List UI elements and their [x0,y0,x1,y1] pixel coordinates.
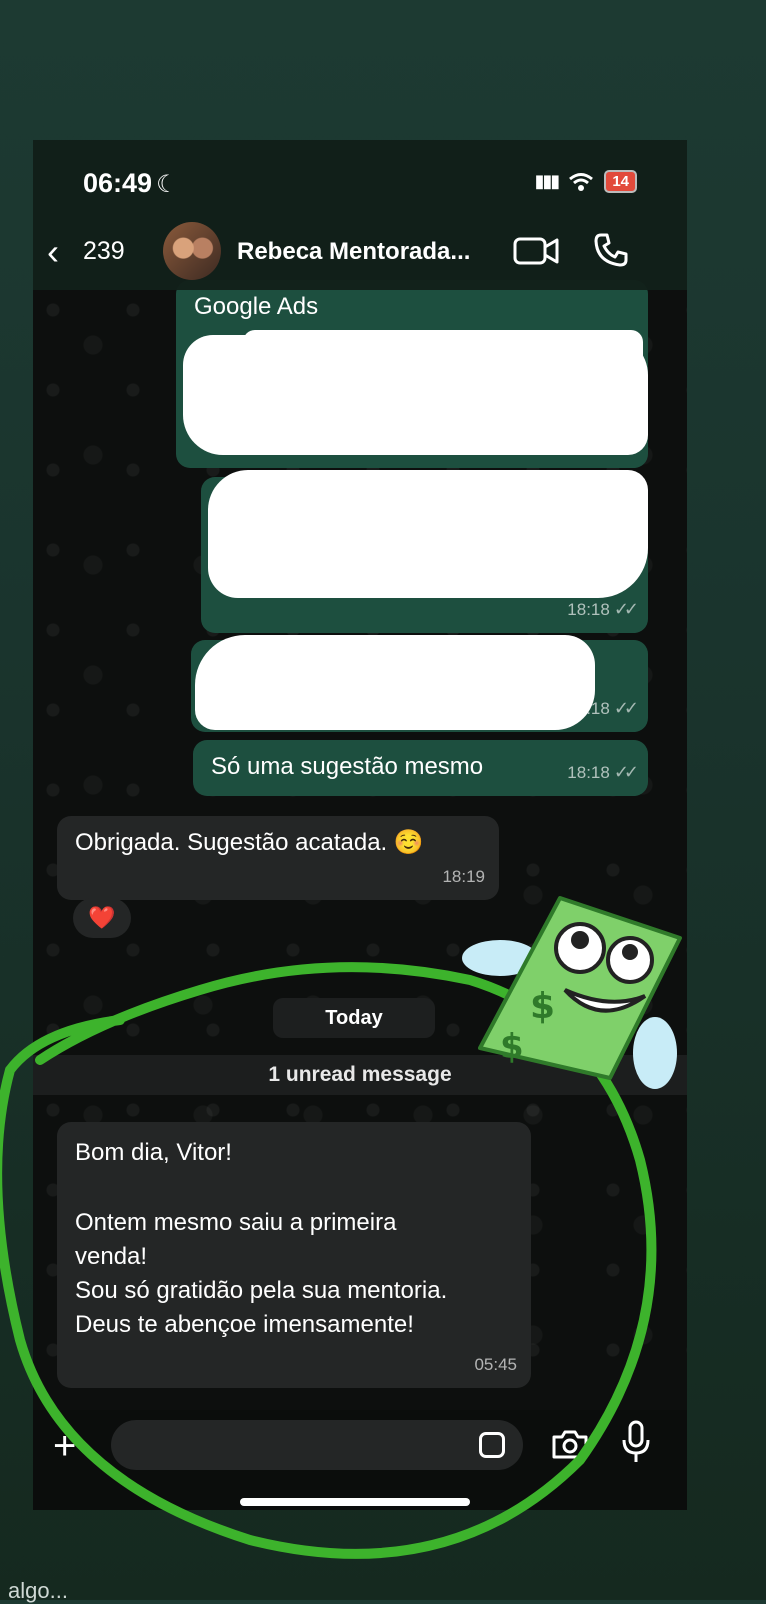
message-line: Deus te abençoe imensamente! [75,1311,414,1338]
message-time: 05:45 [474,1355,517,1374]
read-ticks-icon: ✓✓ [613,698,639,718]
redaction-mark [208,470,648,598]
message-line: Bom dia, Vitor! [75,1139,232,1166]
home-indicator [240,1498,470,1506]
contact-avatar[interactable] [163,222,221,280]
battery-indicator: 14 [604,170,637,193]
message-time: 18:18 [567,600,610,619]
message-text: Google Ads [194,293,319,320]
moon-icon: ☾ [156,171,178,198]
signal-icon: ▮▮▮ [534,171,561,191]
message-line: Sou só gratidão pela sua mentoria. [75,1277,448,1304]
svg-text:$: $ [530,986,555,1027]
phone-icon[interactable] [593,232,629,268]
message-text: Obrigada. Sugestão acatada. ☺️ [75,829,424,856]
date-chip: Today [273,998,435,1038]
message-bubble-outgoing[interactable]: Só uma sugestão mesmo 18:18 ✓✓ [193,740,648,796]
wifi-icon [569,172,594,191]
chat-header: 06:49 ☾ ▮▮▮ 14 ‹ 239 Rebeca Mentorada... [33,140,687,290]
sticker-icon[interactable] [479,1432,505,1458]
reaction-heart[interactable]: ❤️ [73,898,131,938]
video-camera-icon[interactable] [513,236,559,266]
phone-screen: Google Ads Te 18:18✓✓ 18:18✓✓ Só uma sug… [33,140,687,1410]
back-chevron-icon[interactable]: ‹ [47,234,59,270]
caption-text: algo... [8,1578,68,1603]
composer-bar: + [33,1410,687,1510]
read-ticks-icon: ✓✓ [613,762,639,782]
message-bubble-incoming[interactable]: Obrigada. Sugestão acatada. ☺️ 18:19 [57,816,499,900]
plus-icon[interactable]: + [53,1424,76,1469]
message-input[interactable] [111,1420,523,1470]
read-ticks-icon: ✓✓ [613,599,639,619]
redaction-mark [195,635,595,730]
money-sticker: $ $ [462,896,682,1089]
microphone-icon[interactable] [621,1420,651,1464]
message-line: Ontem mesmo saiu a primeira [75,1209,397,1236]
redaction-mark [243,330,643,370]
status-time: 06:49 [83,168,153,198]
message-text: Só uma sugestão mesmo [211,753,484,780]
message-line: venda! [75,1243,148,1270]
camera-icon[interactable] [551,1428,589,1460]
svg-text:$: $ [500,1027,524,1067]
back-unread-count[interactable]: 239 [83,237,125,266]
contact-name[interactable]: Rebeca Mentorada... [237,238,470,266]
message-bubble-incoming[interactable]: Bom dia, Vitor! Ontem mesmo saiu a prime… [57,1122,531,1388]
message-time: 18:18 [567,763,610,782]
